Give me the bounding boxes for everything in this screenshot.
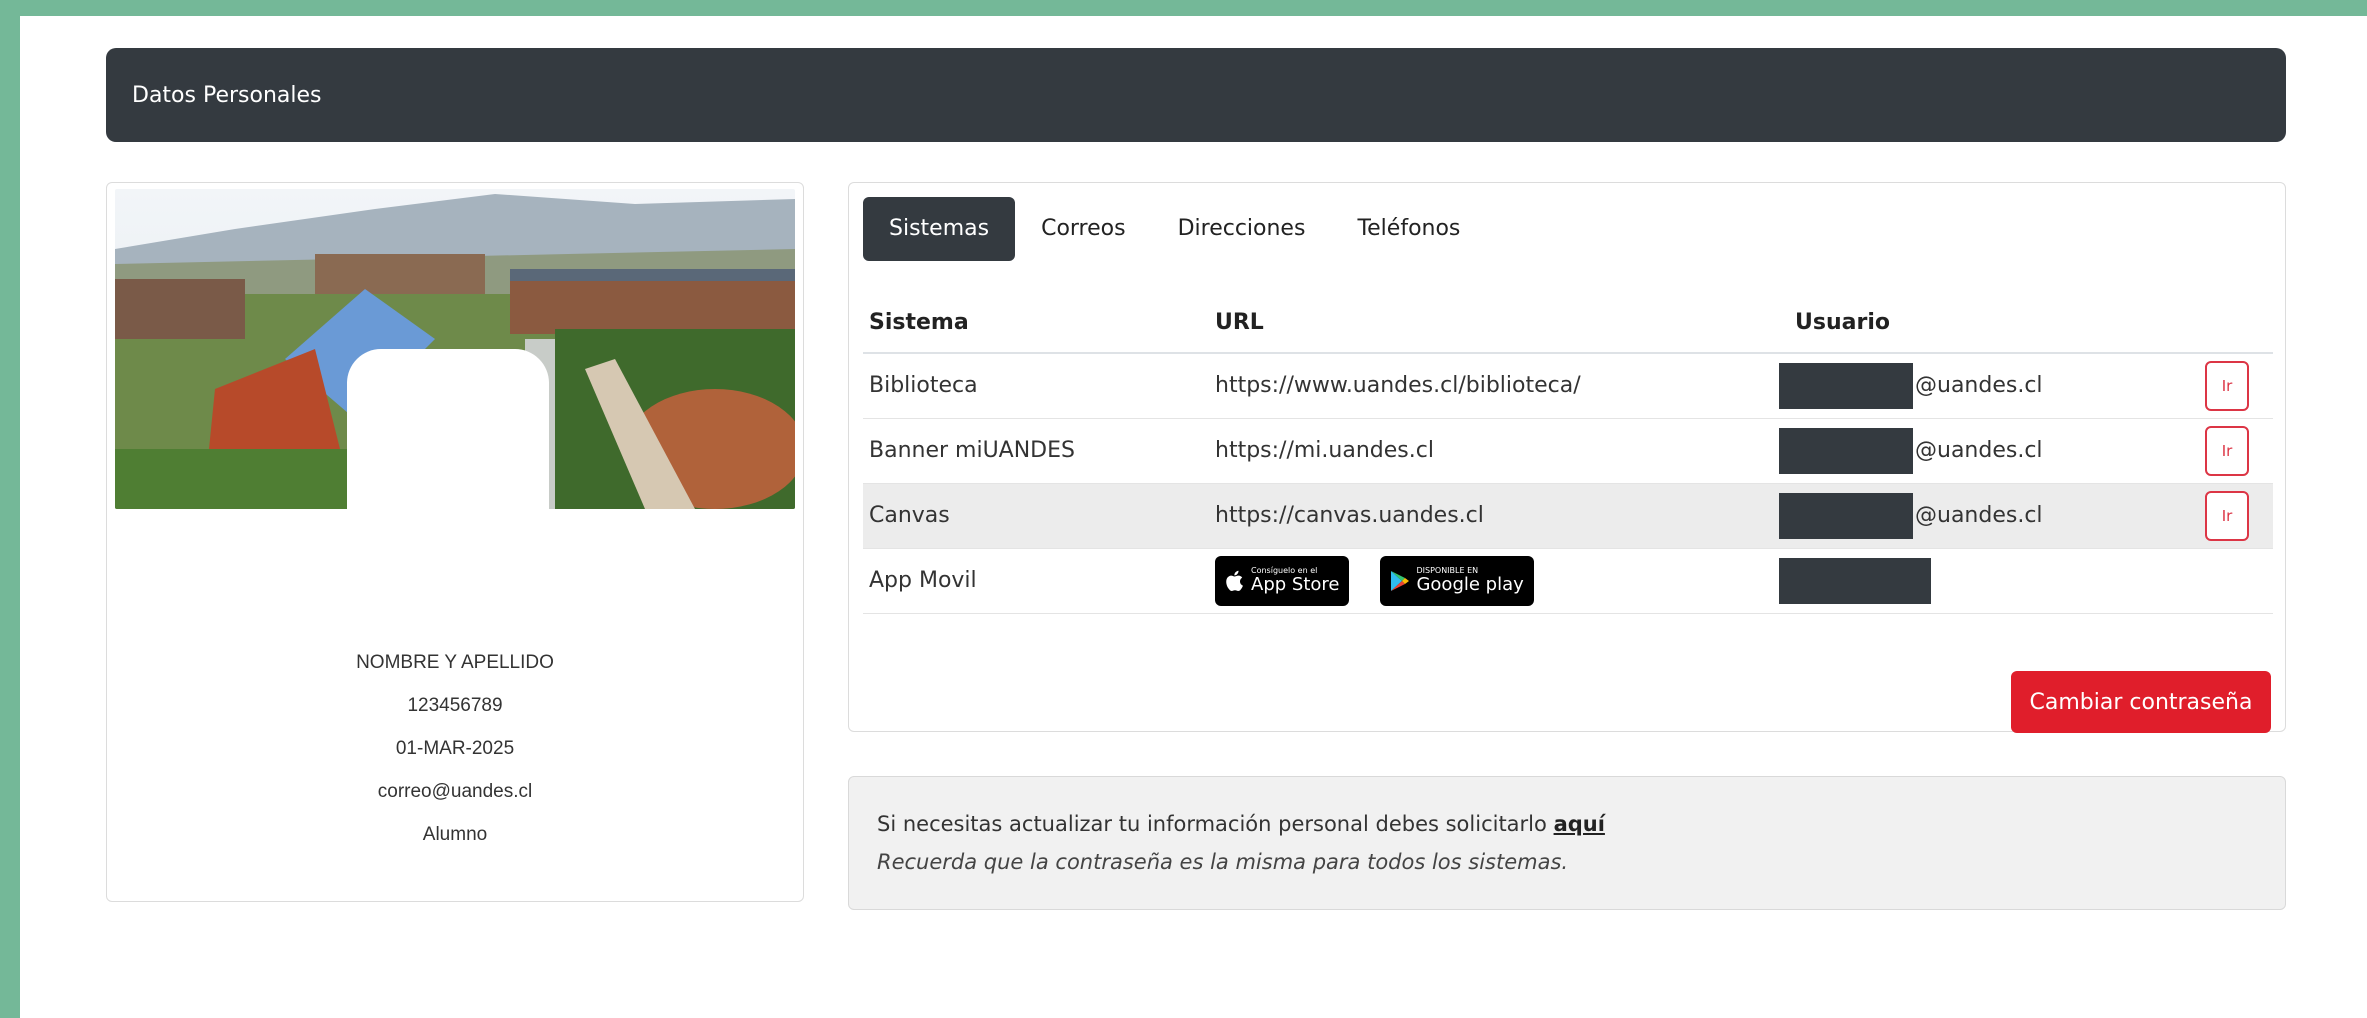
user-cell: @uandes.cl — [1779, 353, 2199, 419]
system-name: Canvas — [863, 483, 1209, 549]
go-button[interactable]: Ir — [2205, 360, 2249, 411]
go-button[interactable]: Ir — [2205, 425, 2249, 476]
redacted-username — [1779, 427, 1913, 474]
tabs: Sistemas Correos Direcciones Teléfonos — [863, 197, 1486, 261]
action-cell: Ir — [2199, 418, 2273, 484]
user-cell — [1779, 548, 2199, 614]
go-button[interactable]: Ir — [2205, 490, 2249, 541]
profile-email: correo@uandes.cl — [377, 781, 533, 802]
notice-line-2: Recuerda que la contraseña es la misma p… — [877, 850, 1569, 874]
info-notice: Si necesitas actualizar tu información p… — [848, 776, 2286, 910]
apple-icon — [1226, 570, 1243, 591]
tab-correos[interactable]: Correos — [1015, 197, 1152, 261]
header-url: URL — [1209, 293, 1789, 354]
user-domain: @uandes.cl — [1915, 503, 2043, 528]
profile-id: 123456789 — [407, 695, 503, 716]
header-system: Sistema — [863, 293, 1209, 354]
user-domain: @uandes.cl — [1915, 373, 2043, 399]
redacted-username — [1779, 362, 1913, 409]
tab-sistemas[interactable]: Sistemas — [863, 197, 1016, 261]
avatar-placeholder — [347, 349, 549, 605]
profile-info: NOMBRE Y APELLIDO 123456789 01-MAR-2025 … — [107, 641, 803, 856]
tab-direcciones[interactable]: Direcciones — [1152, 197, 1332, 261]
page: Datos Personales NOMBRE Y APELLIDO 12345… — [20, 16, 2367, 1018]
table-header-row: Sistema URL Usuario — [863, 293, 2273, 354]
redacted-username — [1779, 492, 1913, 539]
action-cell — [2199, 548, 2273, 614]
tab-telefonos[interactable]: Teléfonos — [1331, 197, 1486, 261]
table-row: Biblioteca https://www.uandes.cl/bibliot… — [863, 353, 2273, 419]
system-name: Banner miUANDES — [863, 418, 1209, 484]
user-domain: @uandes.cl — [1915, 438, 2043, 463]
app-store-label: App Store — [1251, 574, 1340, 595]
app-badges: Consíguelo en el App Store DISPONIBLE EN… — [1209, 548, 1789, 614]
table-row: Banner miUANDES https://mi.uandes.cl @ua… — [863, 418, 2273, 484]
table-row: App Movil Consíguelo en el App Store DIS… — [863, 548, 2273, 614]
page-title: Datos Personales — [132, 82, 322, 108]
redacted-username — [1779, 557, 1931, 604]
system-url: https://canvas.uandes.cl — [1209, 483, 1789, 549]
table-row: Canvas https://canvas.uandes.cl @uandes.… — [863, 483, 2273, 549]
change-password-button[interactable]: Cambiar contraseña — [2011, 671, 2271, 733]
google-play-icon — [1391, 570, 1410, 591]
profile-name: NOMBRE Y APELLIDO — [356, 652, 554, 673]
google-play-label: Google play — [1416, 574, 1524, 595]
action-cell: Ir — [2199, 483, 2273, 549]
systems-table: Sistema URL Usuario Biblioteca https://w… — [863, 293, 2273, 614]
request-update-link[interactable]: aquí — [1554, 812, 1605, 836]
user-cell: @uandes.cl — [1779, 418, 2199, 484]
header-user: Usuario — [1789, 293, 2199, 354]
profile-role: Alumno — [422, 824, 488, 845]
notice-line-1: Si necesitas actualizar tu información p… — [877, 805, 2285, 843]
user-cell: @uandes.cl — [1779, 483, 2199, 549]
notice-text: Si necesitas actualizar tu información p… — [877, 812, 1547, 836]
action-cell: Ir — [2199, 353, 2273, 419]
system-url: https://mi.uandes.cl — [1209, 418, 1789, 484]
profile-date: 01-MAR-2025 — [395, 738, 515, 759]
system-name: App Movil — [863, 548, 1209, 614]
systems-card: Sistemas Correos Direcciones Teléfonos S… — [848, 182, 2286, 733]
system-url: https://www.uandes.cl/biblioteca/ — [1209, 353, 1789, 419]
google-play-badge[interactable]: DISPONIBLE EN Google play — [1380, 555, 1534, 606]
system-name: Biblioteca — [863, 353, 1209, 419]
header-bar: Datos Personales — [106, 48, 2286, 142]
header-action — [2199, 293, 2273, 354]
profile-card: NOMBRE Y APELLIDO 123456789 01-MAR-2025 … — [106, 182, 804, 902]
app-store-badge[interactable]: Consíguelo en el App Store — [1215, 555, 1350, 606]
